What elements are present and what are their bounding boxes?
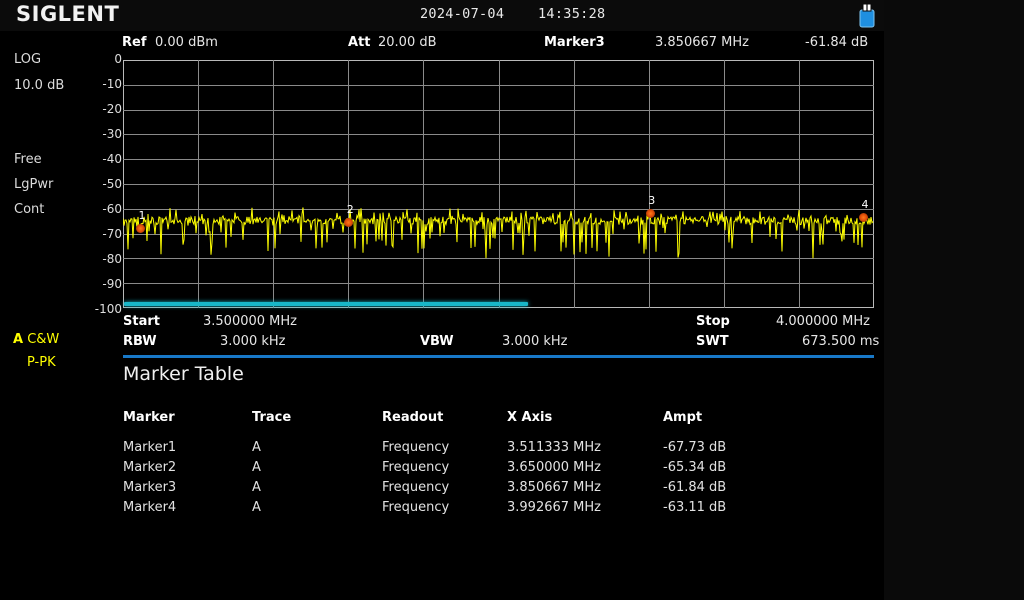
cell-xaxis: 3.650000 MHz xyxy=(507,460,601,475)
swt-label: SWT xyxy=(696,334,729,349)
cell-marker: Marker4 xyxy=(123,500,177,515)
ref-label: Ref xyxy=(122,35,147,50)
att-value: 20.00 dB xyxy=(378,35,437,50)
datetime-display: 2024-07-04 14:35:28 xyxy=(420,6,605,22)
marker-label-1: 1 xyxy=(138,208,146,222)
cell-xaxis: 3.511333 MHz xyxy=(507,440,601,455)
marker-table: Marker Trace Readout X Axis Ampt Marker1… xyxy=(123,410,883,520)
y-tick-5: -50 xyxy=(102,177,122,191)
start-value: 3.500000 MHz xyxy=(203,314,297,329)
rbw-label: RBW xyxy=(123,334,157,349)
cell-ampt: -63.11 dB xyxy=(663,500,727,515)
column-header-ampt: Ampt xyxy=(663,410,703,425)
column-header-marker: Marker xyxy=(123,410,175,425)
marker-dot-4[interactable] xyxy=(858,212,868,222)
cell-trace: A xyxy=(252,460,261,475)
scale-type-label: LOG xyxy=(14,52,42,67)
y-tick-4: -40 xyxy=(102,152,122,166)
start-label: Start xyxy=(123,314,160,329)
scale-per-div-label: 10.0 dB xyxy=(14,78,65,93)
table-row[interactable]: Marker4 A Frequency 3.992667 MHz -63.11 … xyxy=(123,500,883,520)
y-tick-1: -10 xyxy=(102,77,122,91)
stop-label: Stop xyxy=(696,314,730,329)
column-header-trace: Trace xyxy=(252,410,292,425)
marker-label-3: 3 xyxy=(648,194,656,208)
cell-xaxis: 3.992667 MHz xyxy=(507,500,601,515)
marker-label-4: 4 xyxy=(861,197,869,211)
vbw-label: VBW xyxy=(420,334,454,349)
spectrum-graph[interactable]: 1 2 3 4 xyxy=(123,60,874,308)
marker-table-title: Marker Table xyxy=(123,363,244,385)
y-tick-3: -30 xyxy=(102,127,122,141)
active-marker-label: Marker3 xyxy=(544,35,605,50)
cell-marker: Marker1 xyxy=(123,440,177,455)
section-divider xyxy=(123,355,874,358)
column-header-xaxis: X Axis xyxy=(507,410,553,425)
cell-ampt: -61.84 dB xyxy=(663,480,727,495)
y-tick-2: -20 xyxy=(102,102,122,116)
y-tick-9: -90 xyxy=(102,277,122,291)
att-label: Att xyxy=(348,35,371,50)
stop-value: 4.000000 MHz xyxy=(776,314,870,329)
usb-drive-icon xyxy=(859,3,875,28)
y-tick-8: -80 xyxy=(102,252,122,266)
brand-logo: SIGLENT xyxy=(16,2,120,26)
marker-dot-1[interactable] xyxy=(136,223,146,233)
trace-status-line1: A C&W xyxy=(13,332,59,347)
ref-value: 0.00 dBm xyxy=(155,35,218,50)
parameter-bar: Start 3.500000 MHz Stop 4.000000 MHz RBW… xyxy=(110,312,884,354)
trace-detector: P-PK xyxy=(27,355,56,370)
trace-a-waveform xyxy=(123,207,874,259)
trace-mode: C&W xyxy=(27,332,60,347)
cell-readout: Frequency xyxy=(382,480,450,495)
cell-xaxis: 3.850667 MHz xyxy=(507,480,601,495)
swt-value: 673.500 ms xyxy=(802,334,880,349)
y-tick-6: -60 xyxy=(102,202,122,216)
trigger-label: Free xyxy=(14,152,42,167)
softkey-menu: Marker Select Marker 1 2 3 4 Select Trac… xyxy=(884,0,1024,600)
table-row[interactable]: Marker1 A Frequency 3.511333 MHz -67.73 … xyxy=(123,440,883,460)
y-tick-0: 0 xyxy=(114,52,122,66)
top-bar: SIGLENT 2024-07-04 14:35:28 xyxy=(0,0,884,31)
cell-trace: A xyxy=(252,480,261,495)
active-marker-ampt: -61.84 dB xyxy=(805,35,869,50)
cell-readout: Frequency xyxy=(382,440,450,455)
table-header-row: Marker Trace Readout X Axis Ampt xyxy=(123,410,883,430)
y-tick-7: -70 xyxy=(102,227,122,241)
measurement-info-line: Ref 0.00 dBm Att 20.00 dB Marker3 3.8506… xyxy=(110,35,884,55)
table-row[interactable]: Marker3 A Frequency 3.850667 MHz -61.84 … xyxy=(123,480,883,500)
date-text: 2024-07-04 xyxy=(420,6,505,22)
y-axis-labels: 0 -10 -20 -30 -40 -50 -60 -70 -80 -90 -1… xyxy=(78,52,122,316)
rbw-value: 3.000 kHz xyxy=(220,334,286,349)
time-text: 14:35:28 xyxy=(538,6,606,22)
cell-marker: Marker3 xyxy=(123,480,177,495)
vbw-value: 3.000 kHz xyxy=(502,334,568,349)
cell-readout: Frequency xyxy=(382,460,450,475)
cell-ampt: -67.73 dB xyxy=(663,440,727,455)
trace-letter: A xyxy=(13,332,24,347)
cell-trace: A xyxy=(252,500,261,515)
sweep-mode-label: Cont xyxy=(14,202,45,217)
marker-label-2: 2 xyxy=(346,203,354,217)
marker-dot-3[interactable] xyxy=(645,209,655,219)
detector-mode-label: LgPwr xyxy=(14,177,54,192)
column-header-readout: Readout xyxy=(382,410,444,425)
sweep-progress-bar xyxy=(124,302,528,306)
cell-ampt: -65.34 dB xyxy=(663,460,727,475)
cell-marker: Marker2 xyxy=(123,460,177,475)
cell-readout: Frequency xyxy=(382,500,450,515)
table-row[interactable]: Marker2 A Frequency 3.650000 MHz -65.34 … xyxy=(123,460,883,480)
cell-trace: A xyxy=(252,440,261,455)
active-marker-freq: 3.850667 MHz xyxy=(655,35,749,50)
